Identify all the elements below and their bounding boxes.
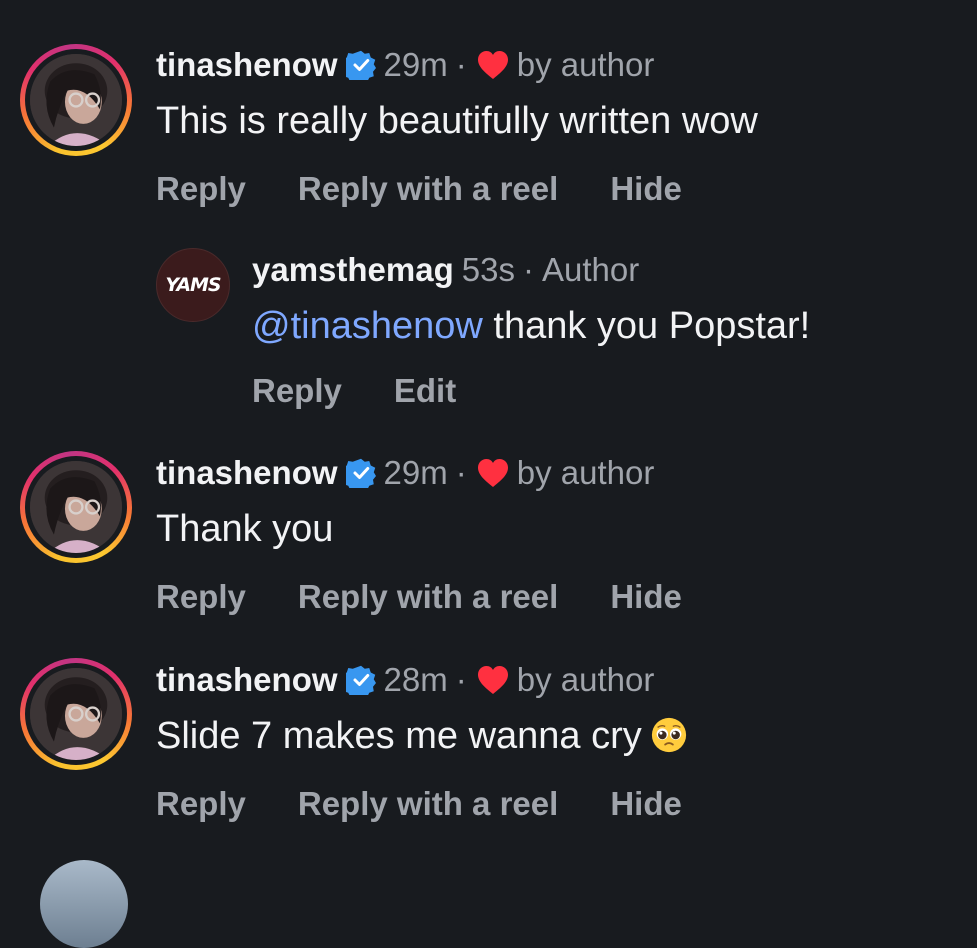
reply-with-reel-button[interactable]: Reply with a reel <box>298 578 558 616</box>
username[interactable]: tinashenow <box>156 454 338 492</box>
comment-header: tinashenow 29m · by author <box>156 45 654 85</box>
comment-actions: Reply Reply with a reel Hide <box>156 170 682 208</box>
liked-by-author: by author <box>516 454 655 491</box>
comment-actions: Reply Reply with a reel Hide <box>156 578 682 616</box>
comment-text-content: Slide 7 makes me wanna cry <box>156 715 642 757</box>
profile-photo <box>30 668 122 760</box>
profile-photo <box>30 54 122 146</box>
heart-icon <box>477 665 509 695</box>
timestamp: 53s <box>461 251 515 288</box>
avatar[interactable] <box>20 451 132 563</box>
comment-text: This is really beautifully written wow <box>156 100 758 142</box>
avatar[interactable] <box>20 658 132 770</box>
reply-text: thank you Popstar! <box>482 305 811 347</box>
separator: · <box>522 251 534 288</box>
hide-button[interactable]: Hide <box>610 578 682 616</box>
username[interactable]: tinashenow <box>156 661 338 699</box>
pleading-face-emoji-icon <box>650 716 688 754</box>
avatar-logo-text: YAMS <box>165 274 221 296</box>
timestamp: 29m <box>383 454 448 491</box>
separator: · <box>455 661 467 698</box>
reply-button[interactable]: Reply <box>156 170 246 208</box>
username[interactable]: yamsthemag <box>252 251 454 289</box>
avatar[interactable]: YAMS <box>156 248 230 322</box>
comment-header: tinashenow 29m · by author <box>156 453 654 493</box>
reply-with-reel-button[interactable]: Reply with a reel <box>298 785 558 823</box>
username[interactable]: tinashenow <box>156 46 338 84</box>
hide-button[interactable]: Hide <box>610 170 682 208</box>
reply-button[interactable]: Reply <box>156 785 246 823</box>
liked-by-author: by author <box>516 46 655 83</box>
comment-header: tinashenow 28m · by author <box>156 660 654 700</box>
comment-actions: Reply Edit <box>252 372 456 410</box>
comment-text: Slide 7 makes me wanna cry <box>156 715 688 758</box>
verified-badge-icon <box>346 458 376 488</box>
comment-text: @tinashenow thank you Popstar! <box>252 305 810 348</box>
mention-link[interactable]: @tinashenow <box>252 305 483 347</box>
comment-header: yamsthemag 53s · Author <box>252 250 639 290</box>
avatar[interactable] <box>20 44 132 156</box>
separator: · <box>455 454 467 491</box>
separator: · <box>455 46 467 83</box>
comment-text: Thank you <box>156 508 334 550</box>
edit-button[interactable]: Edit <box>394 372 456 410</box>
heart-icon <box>477 50 509 80</box>
timestamp: 28m <box>383 661 448 698</box>
reply-with-reel-button[interactable]: Reply with a reel <box>298 170 558 208</box>
verified-badge-icon <box>346 665 376 695</box>
verified-badge-icon <box>346 50 376 80</box>
author-label: Author <box>541 251 640 288</box>
hide-button[interactable]: Hide <box>610 785 682 823</box>
timestamp: 29m <box>383 46 448 83</box>
next-comment-avatar[interactable] <box>40 860 128 948</box>
comment-actions: Reply Reply with a reel Hide <box>156 785 682 823</box>
reply-button[interactable]: Reply <box>252 372 342 410</box>
liked-by-author: by author <box>516 661 655 698</box>
profile-photo <box>30 461 122 553</box>
reply-button[interactable]: Reply <box>156 578 246 616</box>
heart-icon <box>477 458 509 488</box>
